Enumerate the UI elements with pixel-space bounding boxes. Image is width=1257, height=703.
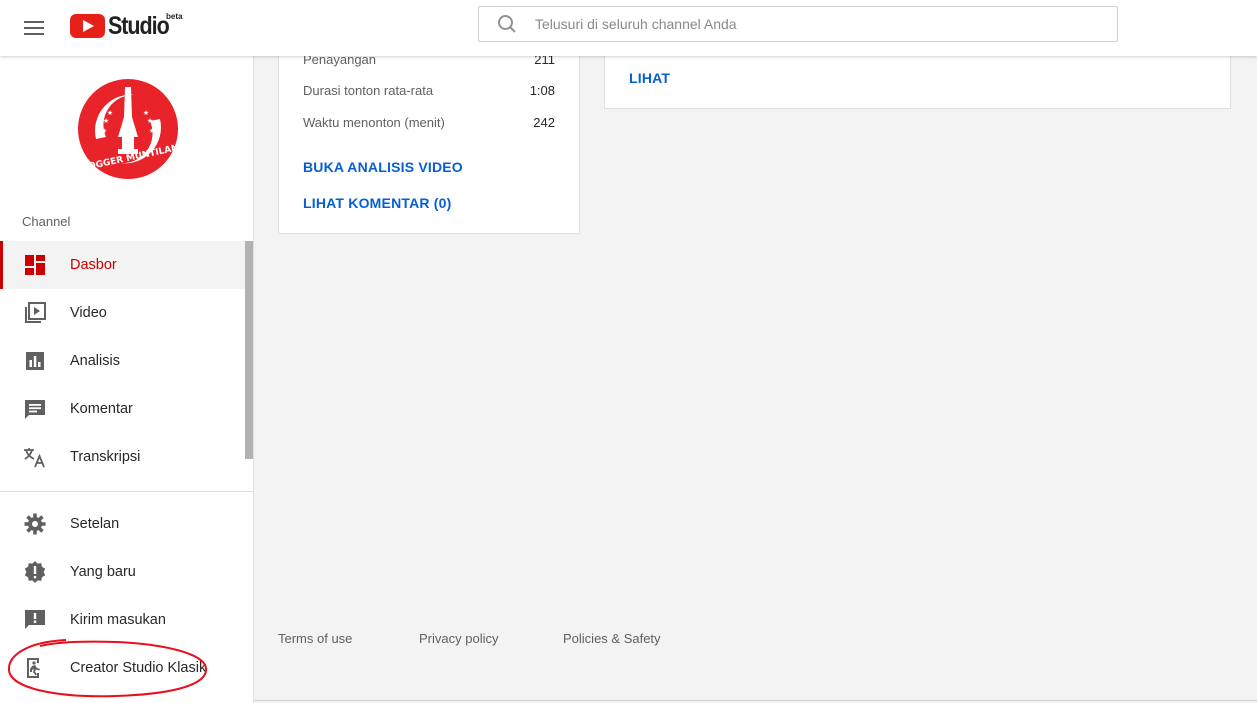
stat-value: 1:08: [529, 83, 555, 98]
sidebar-item-analisis[interactable]: Analisis: [0, 337, 245, 385]
sidebar-item-video[interactable]: Video: [0, 289, 245, 337]
search-box[interactable]: [478, 6, 1118, 42]
sidebar-item-label: Komentar: [70, 401, 133, 417]
sidebar-item-label: Yang baru: [70, 564, 136, 580]
window-bottom-edge: [254, 700, 1257, 701]
stat-label: Waktu menonton (menit): [303, 115, 445, 130]
sidebar-item-yang-baru[interactable]: Yang baru: [0, 548, 245, 596]
sidebar-item-setelan[interactable]: Setelan: [0, 500, 245, 548]
sidebar-scrollbar[interactable]: [245, 241, 253, 459]
footer-terms-link[interactable]: Terms of use: [278, 631, 352, 646]
logo-text: Studio: [108, 11, 170, 40]
analytics-icon: [26, 352, 44, 370]
search-icon[interactable]: [497, 14, 517, 34]
sidebar-item-komentar[interactable]: Komentar: [0, 385, 245, 433]
footer-privacy-link[interactable]: Privacy policy: [419, 631, 498, 646]
svg-text:★: ★: [149, 127, 155, 135]
youtube-studio-logo[interactable]: Studio beta: [70, 11, 183, 40]
video-stats-card: Penayangan 211 Durasi tonton rata-rata 1…: [278, 52, 580, 234]
feedback-icon: [25, 610, 45, 629]
stat-value: 242: [533, 115, 555, 130]
new-badge-icon: [24, 561, 46, 583]
sidebar-item-label: Setelan: [70, 516, 120, 532]
youtube-play-icon: [70, 14, 105, 38]
hamburger-menu-icon[interactable]: [22, 16, 46, 40]
sidebar-item-label: Kirim masukan: [70, 612, 166, 628]
stat-row-avg-duration: Durasi tonton rata-rata 1:08: [303, 83, 555, 98]
section-label-channel: Channel: [22, 214, 71, 229]
translate-icon: [24, 448, 45, 468]
svg-text:★: ★: [101, 127, 107, 135]
hand-drawn-annotation-circle: [7, 639, 208, 698]
stat-label: Durasi tonton rata-rata: [303, 83, 434, 98]
sidebar-item-label: Video: [70, 305, 107, 321]
sidebar-item-label: Transkripsi: [70, 449, 141, 465]
open-video-analytics-link[interactable]: BUKA ANALISIS VIDEO: [303, 159, 463, 175]
top-app-bar: Studio beta: [0, 0, 1257, 56]
search-input[interactable]: [535, 16, 1095, 32]
svg-text:★: ★: [143, 109, 149, 117]
right-card: LIHAT: [604, 56, 1231, 109]
sidebar: ★ ★ ★ ★ ★ ★ BLOGGER MUNTILAN Channel Dasbor …: [0, 56, 254, 703]
video-library-icon: [25, 302, 46, 323]
view-link[interactable]: LIHAT: [629, 70, 670, 86]
svg-text:★: ★: [107, 109, 113, 117]
sidebar-item-dasbor[interactable]: Dasbor: [0, 241, 245, 289]
footer-policies-link[interactable]: Policies & Safety: [563, 631, 661, 646]
sidebar-item-transkripsi[interactable]: Transkripsi: [0, 433, 245, 481]
svg-text:★: ★: [103, 117, 109, 125]
svg-text:★: ★: [147, 117, 153, 125]
stat-row-watch-time: Waktu menonton (menit) 242: [303, 115, 555, 130]
sidebar-item-label: Dasbor: [70, 257, 117, 273]
comment-icon: [25, 400, 45, 419]
sidebar-item-label: Analisis: [70, 353, 120, 369]
dashboard-icon: [25, 255, 45, 275]
view-comments-link[interactable]: LIHAT KOMENTAR (0): [303, 195, 452, 211]
sidebar-divider: [0, 491, 253, 492]
beta-badge: beta: [166, 12, 183, 21]
channel-avatar[interactable]: ★ ★ ★ ★ ★ ★ BLOGGER MUNTILAN: [75, 77, 180, 181]
gear-icon: [24, 513, 46, 535]
